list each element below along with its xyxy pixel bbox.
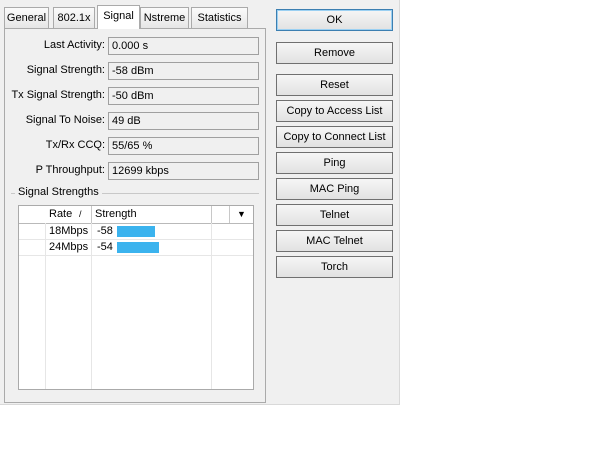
rate-cell: 24Mbps: [49, 241, 89, 253]
chevron-down-icon: ▼: [237, 209, 246, 219]
column-header-strength[interactable]: Strength: [91, 206, 211, 223]
signal-strength-row: Signal Strength: -58 dBm: [5, 62, 263, 80]
sort-indicator-icon: /: [79, 209, 82, 219]
signal-strength-field: -58 dBm: [108, 62, 259, 80]
registration-window: General 802.1x Signal Nstreme Statistics…: [0, 0, 400, 405]
signal-to-noise-field: 49 dB: [108, 112, 259, 130]
signal-strengths-group-title: Signal Strengths: [15, 186, 102, 198]
strength-cell: -54: [97, 241, 113, 253]
torch-button[interactable]: Torch: [276, 256, 393, 278]
strength-bar: [117, 242, 159, 253]
tab-nstreme[interactable]: Nstreme: [140, 7, 189, 28]
tab-general[interactable]: General: [4, 7, 49, 28]
last-activity-row: Last Activity: 0.000 s: [5, 37, 263, 55]
tab-802-1x[interactable]: 802.1x: [53, 7, 95, 28]
copy-to-connect-list-button[interactable]: Copy to Connect List: [276, 126, 393, 148]
strength-bar: [117, 226, 155, 237]
column-header-rate[interactable]: Rate /: [45, 206, 91, 223]
mac-ping-button[interactable]: MAC Ping: [276, 178, 393, 200]
table-row[interactable]: 24Mbps -54: [19, 240, 253, 256]
column-header-empty: [211, 206, 231, 223]
column-label: Rate: [49, 208, 73, 220]
tx-signal-strength-row: Tx Signal Strength: -50 dBm: [5, 87, 263, 105]
table-header: Rate / Strength ▼: [19, 206, 253, 224]
ok-button[interactable]: OK: [276, 9, 393, 31]
field-label: Signal To Noise:: [25, 114, 105, 126]
ccq-field: 55/65 %: [108, 137, 259, 155]
tab-statistics[interactable]: Statistics: [191, 7, 248, 28]
table-row[interactable]: 18Mbps -58: [19, 224, 253, 240]
mac-telnet-button[interactable]: MAC Telnet: [276, 230, 393, 252]
telnet-button[interactable]: Telnet: [276, 204, 393, 226]
signal-to-noise-row: Signal To Noise: 49 dB: [5, 112, 263, 130]
field-label: Last Activity:: [43, 39, 105, 51]
rate-cell: 18Mbps: [49, 225, 89, 237]
remove-button[interactable]: Remove: [276, 42, 393, 64]
field-label: Signal Strength:: [26, 64, 105, 76]
tx-signal-strength-field: -50 dBm: [108, 87, 259, 105]
ccq-row: Tx/Rx CCQ: 55/65 %: [5, 137, 263, 155]
signal-tab-panel: Last Activity: 0.000 s Signal Strength: …: [4, 28, 266, 403]
signal-strengths-table[interactable]: Rate / Strength ▼ 18Mbps -58 24Mbps -54: [18, 205, 254, 390]
copy-to-access-list-button[interactable]: Copy to Access List: [276, 100, 393, 122]
field-label: Tx Signal Strength:: [11, 89, 105, 101]
reset-button[interactable]: Reset: [276, 74, 393, 96]
field-label: Tx/Rx CCQ:: [45, 139, 105, 151]
ping-button[interactable]: Ping: [276, 152, 393, 174]
throughput-field: 12699 kbps: [108, 162, 259, 180]
field-label: P Throughput:: [35, 164, 105, 176]
throughput-row: P Throughput: 12699 kbps: [5, 162, 263, 180]
strength-cell: -58: [97, 225, 113, 237]
last-activity-field: 0.000 s: [108, 37, 259, 55]
tab-signal[interactable]: Signal: [97, 5, 140, 29]
column-menu-dropdown[interactable]: ▼: [229, 206, 253, 223]
